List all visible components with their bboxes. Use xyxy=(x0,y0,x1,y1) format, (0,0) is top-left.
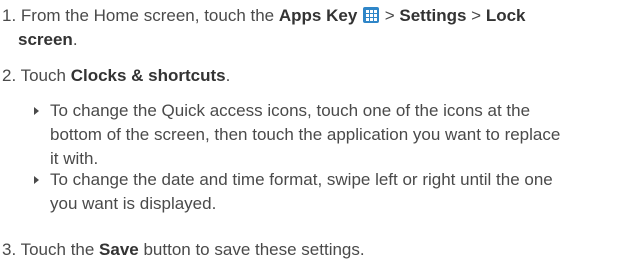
step-continuation: screen. xyxy=(18,28,78,52)
apps-key-label: Apps Key xyxy=(278,6,358,25)
step-text: button to save these settings. xyxy=(138,240,365,259)
step-1: 1. From the Home screen, touch the Apps … xyxy=(2,4,526,49)
bullet-line: To change the date and time format, swip… xyxy=(50,170,553,189)
step-3: 3. Touch the Save button to save these s… xyxy=(2,238,365,262)
apps-grid-icon xyxy=(363,7,380,23)
lock-label: Lock xyxy=(485,6,526,25)
bullet-line: To change the Quick access icons, touch … xyxy=(50,101,531,120)
bullet-line: you want is displayed. xyxy=(50,194,217,213)
triangle-bullet-icon xyxy=(34,107,39,115)
bullet-line: bottom of the screen, then touch the app… xyxy=(50,125,561,144)
triangle-bullet-icon xyxy=(34,176,39,184)
separator: > xyxy=(466,6,486,25)
step-text: Touch the xyxy=(16,240,100,259)
step-number: 3. xyxy=(2,240,17,259)
step-number: 1. xyxy=(2,6,17,25)
step-text: Touch xyxy=(16,66,71,85)
clocks-shortcuts-label: Clocks & shortcuts xyxy=(70,66,226,85)
step-2: 2. Touch Clocks & shortcuts. xyxy=(2,64,230,88)
step-text: From the Home screen, touch the xyxy=(16,6,279,25)
separator: > xyxy=(380,6,400,25)
step-number: 2. xyxy=(2,66,17,85)
settings-label: Settings xyxy=(399,6,467,25)
step-text: . xyxy=(225,66,231,85)
screen-label: screen xyxy=(18,30,73,49)
save-label: Save xyxy=(99,240,139,259)
instruction-document: 1. From the Home screen, touch the Apps … xyxy=(0,0,625,267)
step-text: . xyxy=(72,30,78,49)
